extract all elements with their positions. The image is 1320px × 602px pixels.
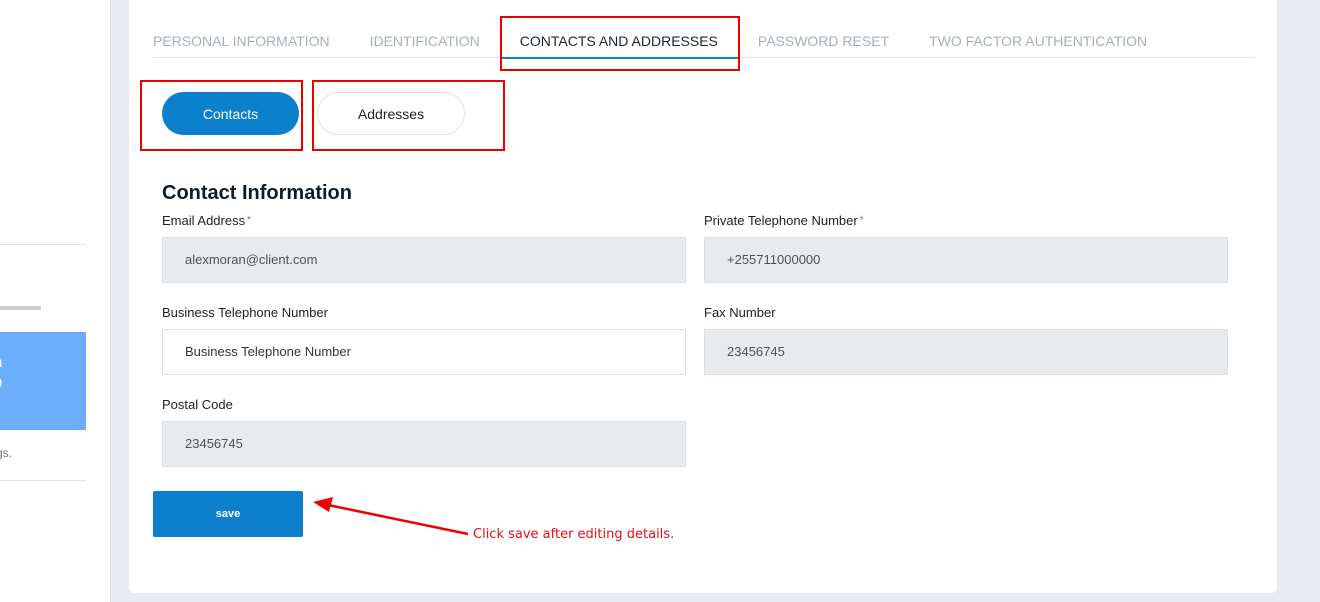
private-phone-label-text: Private Telephone Number bbox=[704, 213, 858, 228]
section-title: Contact Information bbox=[162, 182, 352, 204]
tab-two-factor-authentication[interactable]: TWO FACTOR AUTHENTICATION bbox=[909, 16, 1167, 58]
fax-field-group: Fax Number 23456745 bbox=[704, 304, 1228, 375]
addresses-subtab-button[interactable]: Addresses bbox=[317, 92, 465, 135]
annotation-text: Click save after editing details. bbox=[473, 527, 675, 542]
private-phone-field[interactable]: +255711000000 bbox=[704, 237, 1228, 283]
tab-password-reset[interactable]: PASSWORD RESET bbox=[738, 16, 909, 58]
contacts-subtab-button[interactable]: Contacts bbox=[162, 92, 299, 135]
business-phone-field[interactable]: Business Telephone Number bbox=[162, 329, 686, 375]
tab-personal-information[interactable]: PERSONAL INFORMATION bbox=[153, 16, 350, 58]
tab-identification[interactable]: IDENTIFICATION bbox=[350, 16, 500, 58]
email-field[interactable]: alexmoran@client.com bbox=[162, 237, 686, 283]
email-label-text: Email Address bbox=[162, 213, 246, 228]
email-field-group: Email Address * alexmoran@client.com bbox=[162, 212, 686, 283]
required-marker: * bbox=[247, 215, 251, 226]
private-phone-label: Private Telephone Number * bbox=[704, 212, 1228, 229]
contact-subtabs: Contacts Addresses bbox=[162, 92, 465, 135]
business-phone-label: Business Telephone Number bbox=[162, 305, 328, 320]
required-marker: * bbox=[859, 215, 864, 226]
sidebar-info-card[interactable]: n 9 bbox=[0, 332, 86, 430]
email-label: Email Address * bbox=[162, 212, 686, 229]
sidebar-card-line-2: 9 bbox=[0, 373, 86, 394]
save-button[interactable]: save bbox=[153, 491, 303, 537]
fax-field[interactable]: 23456745 bbox=[704, 329, 1228, 375]
sidebar-card-line-1: n bbox=[0, 352, 86, 373]
postal-code-label: Postal Code bbox=[162, 397, 233, 412]
sidebar-card-caption: gs. bbox=[0, 446, 13, 460]
profile-card: PERSONAL INFORMATION IDENTIFICATION CONT… bbox=[129, 0, 1277, 593]
profile-tabs: PERSONAL INFORMATION IDENTIFICATION CONT… bbox=[153, 16, 1254, 59]
fax-label: Fax Number bbox=[704, 305, 776, 320]
sidebar-divider bbox=[0, 244, 86, 245]
postal-code-field-group: Postal Code 23456745 bbox=[162, 396, 686, 467]
postal-code-field[interactable]: 23456745 bbox=[162, 421, 686, 467]
private-phone-field-group: Private Telephone Number * +255711000000 bbox=[704, 212, 1228, 283]
sidebar-progress-bar bbox=[0, 306, 41, 310]
sidebar-divider bbox=[0, 480, 86, 481]
tab-contacts-and-addresses[interactable]: CONTACTS AND ADDRESSES bbox=[499, 16, 739, 59]
sidebar: n 9 gs. bbox=[0, 0, 111, 602]
business-phone-field-group: Business Telephone Number Business Telep… bbox=[162, 304, 686, 375]
